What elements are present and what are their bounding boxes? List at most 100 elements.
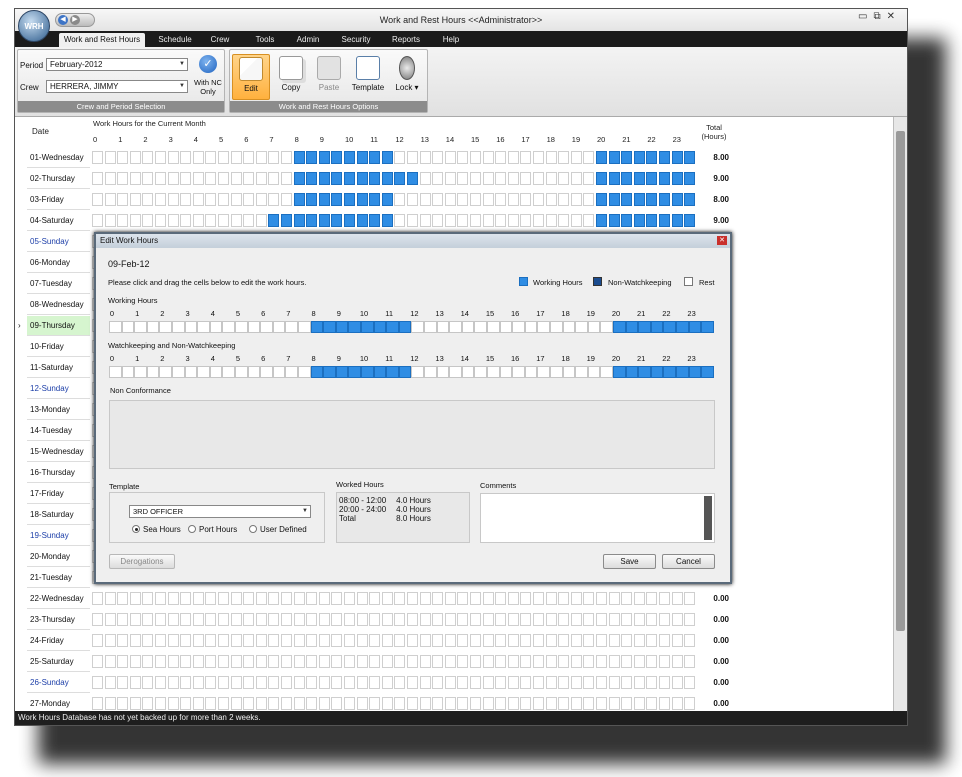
forward-icon[interactable]: ▶ [70,15,80,25]
half-hour-cell[interactable] [583,676,595,689]
half-hour-cell[interactable] [167,613,179,626]
date-cell[interactable]: 26-Sunday [27,673,90,693]
half-hour-cell[interactable] [218,214,229,227]
half-hour-cell[interactable] [432,193,444,206]
half-hour-cell[interactable] [218,592,229,605]
half-hour-cell[interactable] [608,592,620,605]
half-hour-cell[interactable] [507,697,519,710]
half-hour-cell[interactable] [633,634,645,647]
half-hour-cell[interactable] [318,151,330,164]
half-hour-cell[interactable] [197,366,210,378]
half-hour-cell[interactable] [167,655,179,668]
half-hour-cell[interactable] [167,634,179,647]
half-hour-cell[interactable] [545,151,557,164]
half-hour-cell[interactable] [293,697,305,710]
half-hour-cell[interactable] [369,214,381,227]
half-hour-cell[interactable] [293,151,305,164]
half-hour-cell[interactable] [533,151,544,164]
half-hour-cell[interactable] [134,321,147,333]
half-hour-cell[interactable] [381,634,393,647]
half-hour-cell[interactable] [142,634,154,647]
half-hour-cell[interactable] [583,214,595,227]
half-hour-cell[interactable] [306,172,318,185]
half-hour-cell[interactable] [117,592,129,605]
half-hour-cell[interactable] [335,366,349,378]
half-hour-cell[interactable] [596,214,607,227]
half-hour-cell[interactable] [155,697,166,710]
half-hour-cell[interactable] [92,151,103,164]
half-hour-cell[interactable] [608,697,620,710]
half-hour-cell[interactable] [482,172,494,185]
half-hour-cell[interactable] [356,151,368,164]
half-hour-cell[interactable] [142,592,154,605]
half-hour-cell[interactable] [381,172,393,185]
half-hour-cell[interactable] [318,172,330,185]
half-hour-cell[interactable] [550,366,563,378]
half-hour-cell[interactable] [230,634,242,647]
half-hour-cell[interactable] [155,613,166,626]
half-hour-cell[interactable] [272,366,286,378]
crew-select[interactable]: HERRERA, JIMMY ▼ [46,80,188,93]
half-hour-cell[interactable] [281,151,292,164]
half-hour-cell[interactable] [684,697,696,710]
half-hour-cell[interactable] [545,214,557,227]
half-hour-cell[interactable] [608,193,620,206]
half-hour-cell[interactable] [247,366,261,378]
copy-button[interactable]: Copy [272,54,310,100]
half-hour-cell[interactable] [167,193,179,206]
half-hour-cell[interactable] [407,655,418,668]
half-hour-cell[interactable] [268,613,280,626]
half-hour-cell[interactable] [432,613,444,626]
half-hour-cell[interactable] [344,172,355,185]
half-hour-cell[interactable] [575,321,588,333]
half-hour-cell[interactable] [104,193,116,206]
half-hour-cell[interactable] [407,172,418,185]
half-hour-cell[interactable] [235,321,248,333]
half-hour-cell[interactable] [457,193,469,206]
half-hour-cell[interactable] [180,151,192,164]
half-hour-cell[interactable] [419,613,431,626]
half-hour-cell[interactable] [444,151,456,164]
half-hour-cell[interactable] [192,151,204,164]
half-hour-cell[interactable] [293,634,305,647]
half-hour-cell[interactable] [659,592,670,605]
half-hour-cell[interactable] [432,151,444,164]
half-hour-cell[interactable] [558,193,570,206]
half-hour-cell[interactable] [457,592,469,605]
half-hour-cell[interactable] [331,634,343,647]
date-cell[interactable]: 19-Sunday [27,526,90,546]
half-hour-cell[interactable] [129,193,141,206]
half-hour-cell[interactable] [272,321,286,333]
half-hour-cell[interactable] [142,655,154,668]
date-cell[interactable]: 15-Wednesday [27,442,90,462]
half-hour-cell[interactable] [92,214,103,227]
half-hour-cell[interactable] [398,366,412,378]
half-hour-cell[interactable] [507,193,519,206]
half-hour-cell[interactable] [331,151,343,164]
half-hour-cell[interactable] [419,697,431,710]
half-hour-cell[interactable] [255,676,267,689]
half-hour-cell[interactable] [344,214,355,227]
half-hour-cell[interactable] [507,592,519,605]
half-hour-cell[interactable] [407,697,418,710]
half-hour-cell[interactable] [520,697,532,710]
tab-work-and-rest-hours[interactable]: Work and Rest Hours [59,33,145,47]
half-hour-cell[interactable] [104,214,116,227]
half-hour-cell[interactable] [533,697,544,710]
half-hour-cell[interactable] [394,193,406,206]
half-hour-cell[interactable] [281,697,292,710]
half-hour-cell[interactable] [512,366,525,378]
half-hour-cell[interactable] [104,655,116,668]
half-hour-cell[interactable] [663,366,676,378]
half-hour-cell[interactable] [444,613,456,626]
half-hour-cell[interactable] [331,697,343,710]
half-hour-cell[interactable] [570,634,582,647]
half-hour-cell[interactable] [474,366,487,378]
half-hour-cell[interactable] [104,634,116,647]
half-hour-cell[interactable] [394,151,406,164]
half-hour-cell[interactable] [192,592,204,605]
half-hour-cell[interactable] [520,613,532,626]
half-hour-cell[interactable] [596,151,607,164]
half-hour-cell[interactable] [608,676,620,689]
half-hour-cell[interactable] [92,193,103,206]
